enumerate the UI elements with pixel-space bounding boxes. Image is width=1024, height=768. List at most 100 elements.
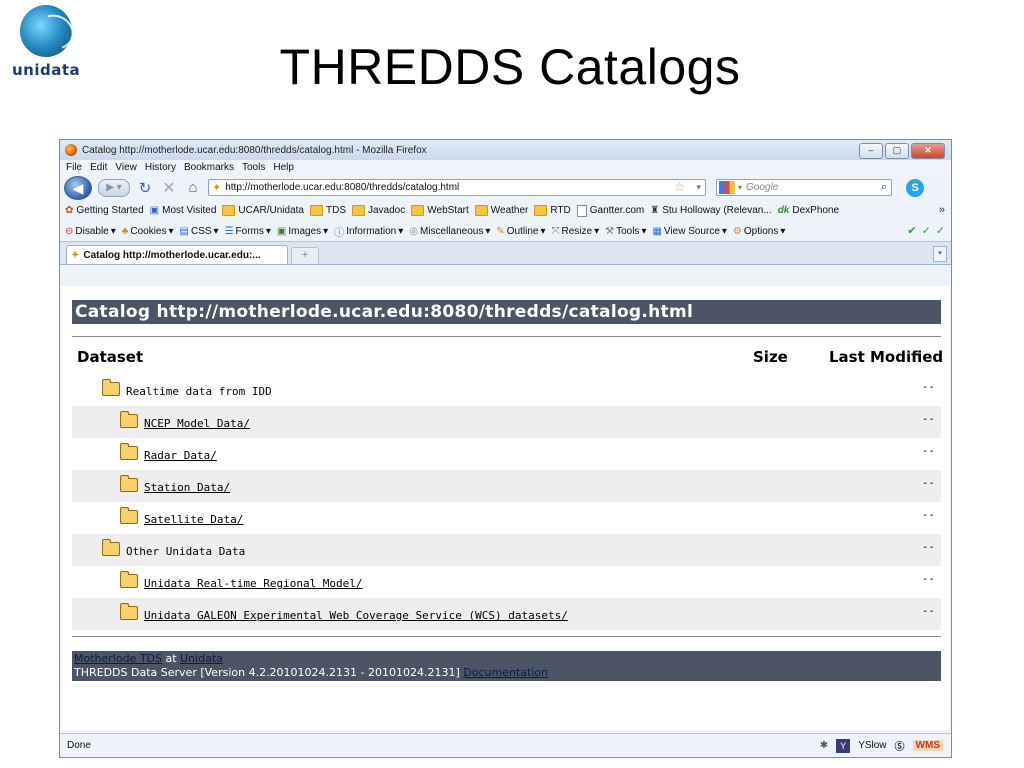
footer-at-text: at (162, 652, 181, 665)
cookie-icon: ♣ (121, 225, 129, 237)
folder-icon (120, 411, 138, 428)
disable-icon: ⊖ (65, 225, 74, 237)
folder-icon (102, 379, 120, 396)
bookmark-gantter[interactable]: Gantter.com (576, 204, 644, 217)
url-bar[interactable]: ✦ http://motherlode.ucar.edu:8080/thredd… (208, 179, 706, 196)
bookmark-dexphone[interactable]: dk DexPhone (778, 205, 839, 216)
url-dropdown-icon[interactable]: ▾ (696, 180, 701, 195)
menu-help[interactable]: Help (273, 162, 294, 173)
menu-tools[interactable]: Tools (242, 162, 265, 173)
slide-title: THREDDS Catalogs (279, 39, 741, 95)
divider (72, 636, 941, 637)
firefox-icon: ✿ (65, 205, 74, 216)
search-engine-dropdown-icon[interactable]: ▾ (738, 183, 742, 192)
new-tab-button[interactable]: + (291, 247, 319, 264)
bookmark-tds[interactable]: TDS (310, 205, 346, 216)
maximize-button[interactable]: ▢ (885, 143, 909, 159)
dataset-link[interactable]: Satellite Data/ (144, 513, 243, 526)
dev-information[interactable]: ⓘ Information ▾ (334, 224, 403, 239)
dataset-link[interactable]: Unidata GALEON Experimental Web Coverage… (144, 609, 568, 622)
table-row: Station Data/ -- (72, 470, 941, 502)
yslow-icon[interactable]: Y (836, 738, 851, 753)
documentation-link[interactable]: Documentation (463, 666, 548, 679)
column-size: Size (753, 348, 788, 366)
site-icon: ✦ (212, 182, 222, 194)
menu-file[interactable]: File (66, 162, 82, 173)
menu-bookmarks[interactable]: Bookmarks (184, 162, 234, 173)
bookmark-ucar-unidata[interactable]: UCAR/Unidata (222, 205, 304, 216)
dataset-link[interactable]: Radar Data/ (144, 449, 217, 462)
bookmark-getting-started[interactable]: ✿ Getting Started (65, 205, 144, 216)
source-icon: ▦ (652, 225, 662, 237)
bookmark-weather[interactable]: Weather (474, 205, 528, 216)
dev-view-source[interactable]: ▦ View Source ▾ (652, 226, 726, 237)
search-icon[interactable]: ⌕ (881, 181, 887, 194)
dev-options[interactable]: ⚙ Options ▾ (733, 226, 785, 237)
dataset-link[interactable]: Station Data/ (144, 481, 230, 494)
bookmark-most-visited[interactable]: ▣ Most Visited (150, 205, 217, 216)
close-button[interactable]: ✕ (911, 143, 945, 159)
skype-icon[interactable]: S (906, 178, 924, 197)
firebug-icon[interactable]: ✱ (820, 740, 828, 751)
folder-icon (352, 205, 365, 216)
dataset-link[interactable]: NCEP Model Data/ (144, 417, 250, 430)
firefox-icon (65, 144, 77, 156)
tab-label: Catalog http://motherlode.ucar.edu:... (83, 249, 261, 261)
google-icon (719, 181, 735, 194)
menu-edit[interactable]: Edit (90, 162, 107, 173)
bookmark-webstart[interactable]: WebStart (411, 205, 469, 216)
menu-history[interactable]: History (145, 162, 176, 173)
forward-button[interactable]: ▶ ▾ (98, 178, 130, 197)
tab-bar: ✦ Catalog http://motherlode.ucar.edu:...… (60, 242, 951, 265)
folder-icon (120, 443, 138, 460)
last-modified: -- (921, 444, 935, 457)
url-text: http://motherlode.ucar.edu:8080/thredds/… (225, 182, 460, 193)
check-icon[interactable]: ✔ (907, 224, 916, 237)
table-row: NCEP Model Data/ -- (72, 406, 941, 438)
dev-outline[interactable]: ✎ Outline ▾ (496, 226, 545, 237)
check-circle-icon[interactable]: ✓ (936, 224, 945, 237)
options-icon: ⚙ (732, 225, 742, 237)
page-icon (576, 204, 587, 217)
title-bar: Catalog http://motherlode.ucar.edu:8080/… (60, 140, 951, 160)
server-version: THREDDS Data Server [Version 4.2.2010102… (74, 666, 464, 679)
images-icon: ▣ (276, 225, 287, 237)
dataset-link[interactable]: Unidata Real-time Regional Model/ (144, 577, 363, 590)
menu-view[interactable]: View (115, 162, 137, 173)
folder-icon (120, 475, 138, 492)
tab-catalog[interactable]: ✦ Catalog http://motherlode.ucar.edu:... (66, 245, 288, 264)
dev-miscellaneous[interactable]: ◎ Miscellaneous ▾ (409, 226, 490, 237)
table-row: Radar Data/ -- (72, 438, 941, 470)
table-row: Unidata Real-time Regional Model/ -- (72, 566, 941, 598)
dev-css[interactable]: ▤ CSS ▾ (180, 226, 219, 237)
dev-resize[interactable]: ⤧ Resize ▾ (552, 226, 600, 237)
dev-forms[interactable]: ☰ Forms ▾ (225, 226, 271, 237)
unidata-link[interactable]: Unidata (180, 652, 223, 665)
bookmark-star-icon[interactable]: ☆ (674, 180, 685, 194)
s-icon[interactable]: Ⓢ (895, 738, 905, 753)
minimize-button[interactable]: ‒ (859, 143, 883, 159)
home-icon[interactable]: ⌂ (184, 179, 202, 196)
site-icon: ✦ (71, 249, 80, 261)
forms-icon: ☰ (224, 225, 234, 237)
folder-icon (411, 205, 425, 216)
check-circle-icon[interactable]: ✓ (922, 224, 931, 237)
yslow-label[interactable]: YSlow (858, 740, 886, 751)
reload-icon[interactable]: ↻ (136, 179, 154, 197)
bookmark-stu-holloway[interactable]: ♜ Stu Holloway (Relevan... (650, 205, 771, 216)
bookmark-rtd[interactable]: RTD (534, 205, 571, 216)
dev-tools[interactable]: ⚒ Tools ▾ (605, 226, 646, 237)
dev-images[interactable]: ▣ Images ▾ (277, 226, 328, 237)
bookmarks-toolbar: ✿ Getting Started ▣ Most Visited UCAR/Unid… (60, 200, 951, 221)
tab-list-dropdown-icon[interactable]: ▾ (933, 246, 947, 262)
last-modified: -- (921, 412, 935, 425)
wms-badge[interactable]: WMS (912, 740, 943, 751)
stop-icon[interactable]: ✕ (160, 178, 178, 198)
motherlode-tds-link[interactable]: Motherlode TDS (74, 652, 162, 665)
chevron-right-icon[interactable]: » (939, 204, 945, 216)
bookmark-javadoc[interactable]: Javadoc (352, 205, 405, 216)
search-input[interactable]: ▾ Google ⌕ (716, 179, 892, 196)
dev-cookies[interactable]: ♣ Cookies ▾ (122, 226, 174, 237)
dev-disable[interactable]: ⊖ Disable ▾ (65, 226, 116, 237)
back-button[interactable]: ◀ (64, 175, 92, 200)
